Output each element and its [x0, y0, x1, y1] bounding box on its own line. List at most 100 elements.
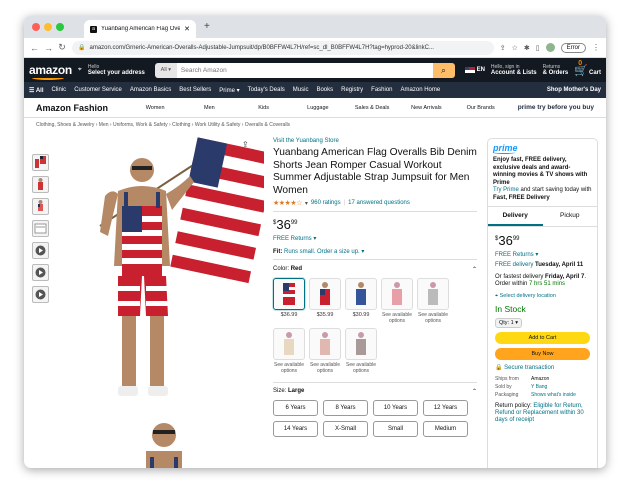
- search-icon[interactable]: ⌕: [432, 62, 455, 78]
- color-swatch[interactable]: See available options: [309, 328, 341, 374]
- fit-text[interactable]: Runs small. Order a size up.: [284, 249, 360, 255]
- language-select[interactable]: EN: [464, 67, 485, 74]
- size-option[interactable]: 14 Years: [273, 421, 318, 437]
- fashion-nav-item[interactable]: Our Brands: [454, 105, 508, 111]
- nav-item[interactable]: Best Sellers: [179, 87, 211, 93]
- try-prime-link[interactable]: Try Prime: [493, 187, 519, 193]
- search-scope-select[interactable]: All ▾: [154, 62, 177, 78]
- select-location-link[interactable]: ⌖ Select delivery location: [495, 293, 590, 300]
- color-swatch[interactable]: $36.99: [273, 278, 305, 324]
- size-option[interactable]: 12 Years: [423, 400, 468, 416]
- fashion-nav-item[interactable]: Men: [182, 105, 236, 111]
- chevron-down-icon[interactable]: ▾: [305, 200, 308, 207]
- sold-by-link[interactable]: Y Bang: [531, 383, 590, 391]
- nav-item[interactable]: Prime ▾: [219, 87, 239, 94]
- tab-delivery[interactable]: Delivery: [488, 207, 543, 226]
- search-input[interactable]: Search Amazon: [176, 62, 433, 78]
- nav-item[interactable]: Clinic: [52, 87, 67, 93]
- main-product-image[interactable]: [60, 136, 276, 412]
- nav-item[interactable]: Fashion: [371, 87, 392, 93]
- color-swatch[interactable]: See available options: [345, 328, 377, 374]
- size-option[interactable]: 6 Years: [273, 400, 318, 416]
- amazon-logo[interactable]: amazon: [29, 63, 72, 80]
- url-field[interactable]: 🔒 amazon.com/Grneric-American-Overalls-A…: [72, 40, 494, 55]
- back-icon[interactable]: ←: [30, 43, 39, 53]
- extensions-icon[interactable]: ✱: [524, 44, 530, 52]
- thumbnail-image[interactable]: [32, 198, 49, 215]
- video-thumbnail[interactable]: [32, 242, 49, 259]
- color-swatch[interactable]: $30.99: [345, 278, 377, 324]
- cart-button[interactable]: 🛒 0 Cart: [574, 60, 601, 77]
- nav-item[interactable]: Amazon Home: [401, 87, 441, 93]
- chevron-up-icon[interactable]: ⌃: [472, 388, 477, 395]
- size-option[interactable]: 10 Years: [373, 400, 418, 416]
- nav-item[interactable]: Amazon Basics: [130, 87, 171, 93]
- free-returns-link[interactable]: FREE Returns ▾: [273, 235, 477, 242]
- buy-now-button[interactable]: Buy Now: [495, 347, 590, 360]
- chevron-up-icon[interactable]: ⌃: [472, 266, 477, 273]
- nav-item[interactable]: Music: [293, 87, 309, 93]
- secondary-product-image[interactable]: [60, 411, 264, 468]
- secure-transaction[interactable]: 🔒 Secure transaction: [495, 364, 590, 371]
- thumbnail-image[interactable]: [32, 154, 49, 171]
- minimize-window-button[interactable]: [44, 23, 52, 31]
- maximize-window-button[interactable]: [56, 23, 64, 31]
- share-page-icon[interactable]: ⇪: [500, 44, 506, 52]
- ratings-link[interactable]: 960 ratings: [311, 200, 341, 206]
- fashion-nav-item[interactable]: Kids: [237, 105, 291, 111]
- color-swatch[interactable]: $35.99: [309, 278, 341, 324]
- reload-icon[interactable]: ↻: [58, 42, 66, 53]
- sidebar-icon[interactable]: ▯: [536, 44, 540, 52]
- tab-pickup[interactable]: Pickup: [543, 207, 598, 226]
- returns-orders[interactable]: Returns & Orders: [543, 64, 569, 77]
- nav-item[interactable]: Today's Deals: [248, 87, 285, 93]
- nav-item[interactable]: Registry: [341, 87, 363, 93]
- size-option[interactable]: X-Small: [323, 421, 368, 437]
- fashion-nav-item[interactable]: Luggage: [291, 105, 345, 111]
- add-to-cart-button[interactable]: Add to Cart: [495, 331, 590, 344]
- account-menu[interactable]: Hello, sign in Account & Lists: [491, 64, 537, 77]
- store-link[interactable]: Visit the Yuanbang Store: [273, 138, 477, 144]
- video-thumbnail[interactable]: [32, 264, 49, 281]
- bookmark-star-icon[interactable]: ☆: [512, 44, 518, 52]
- quantity-select[interactable]: Qty: 1 ▾: [495, 317, 522, 328]
- answered-questions-link[interactable]: 17 answered questions: [348, 200, 410, 206]
- thumbnail-image[interactable]: [32, 176, 49, 193]
- buy-box: prime Enjoy fast, FREE delivery, exclusi…: [487, 138, 598, 468]
- fashion-nav-item[interactable]: Women: [128, 105, 182, 111]
- thumbnail-image[interactable]: [32, 220, 49, 237]
- forward-icon[interactable]: →: [44, 43, 53, 53]
- nav-item[interactable]: Books: [316, 87, 333, 93]
- share-icon[interactable]: ⇪: [242, 140, 249, 149]
- deliver-to[interactable]: Hello Select your address: [88, 64, 145, 77]
- browser-tab[interactable]: a Yuanbang American Flag Overa ✕: [84, 20, 196, 38]
- close-tab-icon[interactable]: ✕: [184, 25, 190, 33]
- order-within: Order within: [495, 281, 528, 287]
- buybox-free-returns[interactable]: FREE Returns ▾: [495, 251, 590, 258]
- all-menu-button[interactable]: ☰ All: [29, 87, 44, 94]
- fashion-nav-item[interactable]: Sales & Deals: [345, 105, 399, 111]
- menu-dots-icon[interactable]: ⋮: [592, 43, 600, 52]
- video-thumbnail[interactable]: [32, 286, 49, 303]
- size-option[interactable]: 8 Years: [323, 400, 368, 416]
- free-delivery-link[interactable]: FREE delivery: [495, 262, 533, 268]
- color-swatches: $36.99 $35.99 $30.99 See available optio…: [273, 278, 473, 374]
- fashion-nav-item[interactable]: New Arrivals: [399, 105, 453, 111]
- size-option[interactable]: Small: [373, 421, 418, 437]
- size-option[interactable]: Medium: [423, 421, 468, 437]
- color-swatch[interactable]: See available options: [273, 328, 305, 374]
- mothers-day-promo[interactable]: Shop Mother's Day: [547, 87, 601, 93]
- return-policy: Return policy: Eligible for Return, Refu…: [495, 403, 590, 424]
- close-window-button[interactable]: [32, 23, 40, 31]
- profile-avatar[interactable]: [545, 43, 555, 52]
- error-button[interactable]: Error: [560, 42, 586, 53]
- new-tab-icon[interactable]: +: [204, 21, 210, 32]
- packaging-link[interactable]: Shows what's inside: [531, 391, 590, 399]
- color-swatch[interactable]: See available options: [417, 278, 449, 324]
- breadcrumb[interactable]: Clothing, Shoes & Jewelry › Men › Unifor…: [24, 118, 606, 131]
- prime-try-before-promo[interactable]: prime try before you buy: [518, 104, 594, 111]
- nav-item[interactable]: Customer Service: [74, 87, 122, 93]
- fashion-title[interactable]: Amazon Fashion: [36, 103, 108, 113]
- star-rating-icon[interactable]: ★★★★☆: [273, 199, 302, 207]
- color-swatch[interactable]: See available options: [381, 278, 413, 324]
